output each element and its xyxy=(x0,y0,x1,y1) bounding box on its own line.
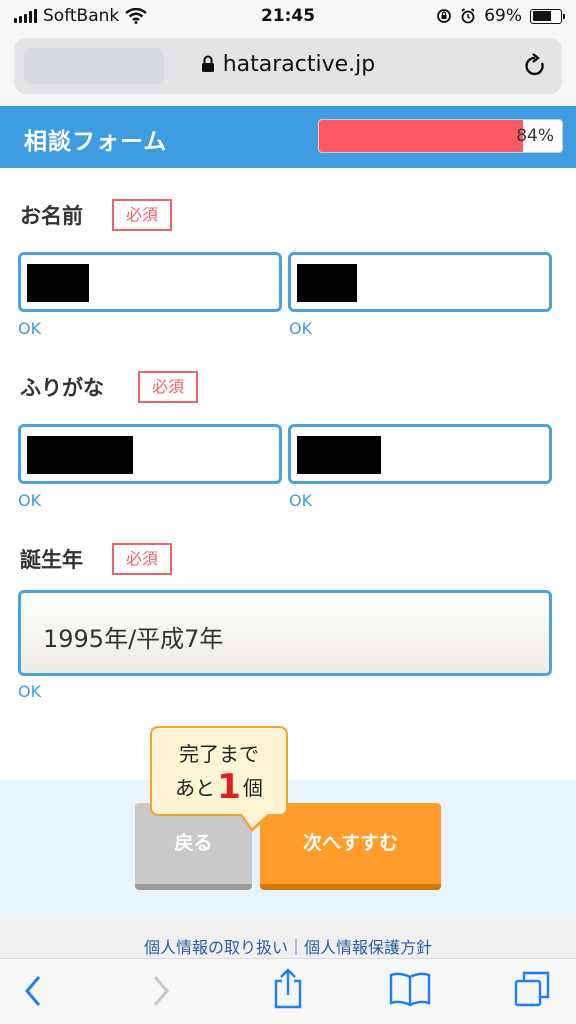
birth-year-select[interactable]: 1995年/平成7年 xyxy=(18,590,552,676)
furigana-first-status: OK xyxy=(18,491,42,510)
bubble-tail-inner xyxy=(240,811,271,828)
redacted-value xyxy=(297,264,357,302)
hint-suffix: 個 xyxy=(242,776,263,800)
last-name-kana-input[interactable] xyxy=(18,424,282,484)
name-label: お名前 xyxy=(20,204,83,228)
birth-year-label: 誕生年 xyxy=(20,548,83,572)
forward-arrow-icon[interactable] xyxy=(150,973,172,1009)
lock-icon xyxy=(201,55,214,72)
progress-fill xyxy=(319,120,524,152)
tabs-icon[interactable] xyxy=(512,969,552,1009)
progress-percent: 84% xyxy=(516,126,554,146)
privacy-links[interactable]: 個人情報の取り扱い｜個人情報保護方針 xyxy=(0,920,576,958)
privacy-text[interactable]: 個人情報の取り扱い｜個人情報保護方針 xyxy=(144,938,432,957)
rotation-lock-icon xyxy=(437,9,452,23)
next-button[interactable]: 次へすすむ xyxy=(260,803,441,890)
bookmarks-icon[interactable] xyxy=(388,971,432,1007)
first-name-input[interactable] xyxy=(288,252,552,312)
form-header: 相談フォーム 84% xyxy=(0,106,576,168)
redacted-value xyxy=(27,436,133,474)
back-arrow-icon[interactable] xyxy=(22,973,44,1009)
browser-toolbar xyxy=(0,958,576,1024)
remaining-hint-bubble: 完了まで あと1 個 xyxy=(150,726,288,816)
required-badge: 必須 xyxy=(112,543,173,575)
name-first-status: OK xyxy=(18,319,42,338)
url-text: hataractive.jp xyxy=(222,52,376,77)
hint-line2: あと1 個 xyxy=(152,767,286,807)
required-badge: 必須 xyxy=(112,199,173,231)
form-title: 相談フォーム xyxy=(24,129,168,155)
redacted-value xyxy=(297,436,381,474)
reload-icon[interactable] xyxy=(522,52,548,80)
status-bar: SoftBank 21:45 69% xyxy=(0,0,576,34)
hint-line1: 完了まで xyxy=(179,742,259,766)
share-icon[interactable] xyxy=(272,967,304,1009)
furigana-last-status: OK xyxy=(289,491,313,510)
hint-prefix: あと xyxy=(175,776,216,800)
birth-year-status: OK xyxy=(18,682,42,701)
first-name-kana-input[interactable] xyxy=(288,424,552,484)
last-name-input[interactable] xyxy=(18,252,282,312)
name-last-status: OK xyxy=(289,319,313,338)
status-right: 69% xyxy=(436,6,565,26)
browser-address-area: hataractive.jp xyxy=(0,34,576,106)
hint-count: 1 xyxy=(217,767,241,807)
battery-fill xyxy=(532,11,552,21)
progress-bar: 84% xyxy=(318,119,563,153)
redacted-value xyxy=(27,264,89,302)
back-button[interactable]: 戻る xyxy=(135,803,252,890)
furigana-label: ふりがな xyxy=(20,376,104,400)
birth-year-value: 1995年/平成7年 xyxy=(43,625,224,653)
address-bar[interactable]: hataractive.jp xyxy=(14,38,562,94)
battery-percent: 69% xyxy=(484,6,522,26)
battery-icon xyxy=(530,8,565,24)
url-display[interactable]: hataractive.jp xyxy=(14,52,562,77)
alarm-icon xyxy=(461,8,475,24)
required-badge: 必須 xyxy=(138,371,199,403)
